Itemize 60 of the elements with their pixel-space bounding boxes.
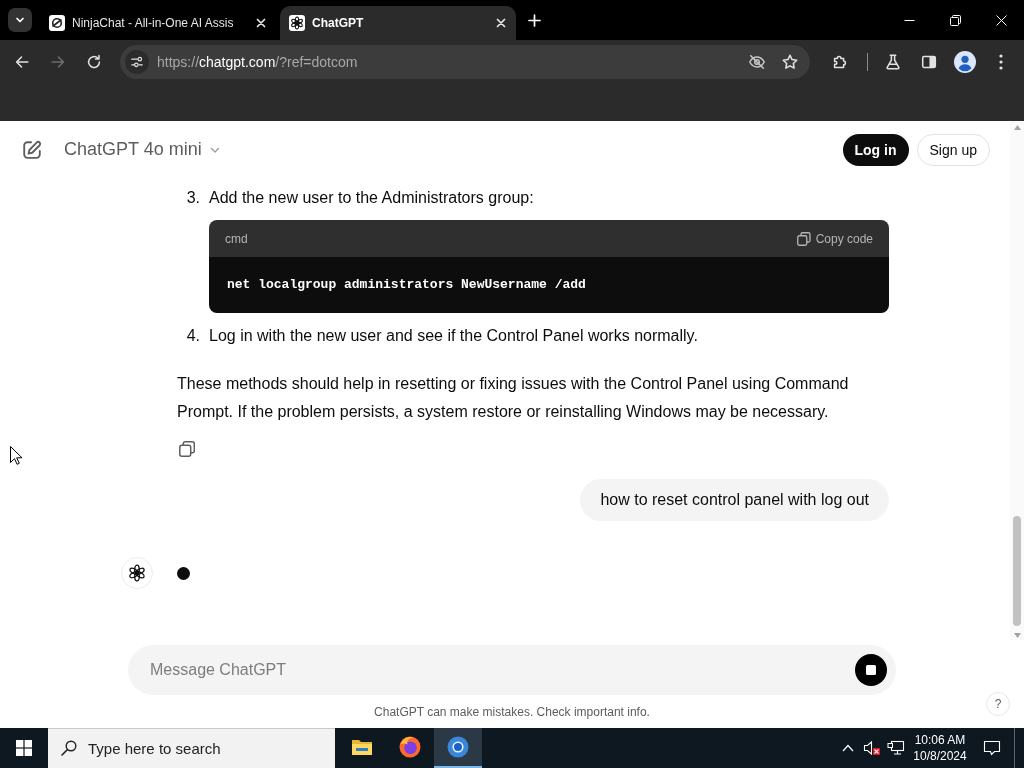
back-arrow-icon bbox=[13, 53, 31, 71]
puzzle-icon bbox=[831, 53, 849, 71]
search-icon bbox=[61, 740, 77, 756]
site-favicon-icon bbox=[49, 15, 65, 31]
reload-icon bbox=[85, 53, 103, 71]
clock-button[interactable]: 10:06 AM 10/8/2024 bbox=[908, 728, 972, 768]
kebab-menu-icon bbox=[999, 54, 1003, 70]
chevron-up-icon bbox=[842, 744, 854, 752]
logo-favicon-icon bbox=[289, 15, 305, 31]
list-number: 3. bbox=[186, 188, 200, 208]
sign-up-button[interactable]: Sign up bbox=[916, 133, 990, 166]
caret-up-icon bbox=[1013, 125, 1021, 130]
restore-icon bbox=[949, 14, 961, 26]
caret-down-icon bbox=[1013, 633, 1021, 638]
list-item-text: Log in with the new user and see if the Control Panel works normally. bbox=[209, 327, 698, 344]
browser-tab[interactable]: ChatGPT bbox=[280, 6, 516, 40]
scrollbar[interactable] bbox=[1010, 121, 1024, 640]
flask-icon bbox=[884, 53, 902, 71]
close-icon bbox=[256, 18, 266, 28]
disclaimer-text: ChatGPT can make mistakes. Check important info. bbox=[374, 704, 650, 721]
forward-arrow-icon bbox=[49, 53, 67, 71]
log-in-button[interactable]: Log in bbox=[842, 133, 909, 166]
list-item-text: Add the new user to the Administrators group: bbox=[209, 189, 534, 206]
scrollbar-thumb[interactable] bbox=[1013, 516, 1021, 626]
side-panel-icon bbox=[920, 53, 938, 71]
copy-icon bbox=[796, 231, 811, 246]
pencil-square-icon bbox=[21, 138, 43, 161]
taskbar-app-button[interactable] bbox=[434, 728, 482, 768]
speech-bubble-icon bbox=[983, 740, 1001, 756]
taskbar-search-field[interactable]: Type here to search bbox=[48, 728, 335, 768]
sliders-icon bbox=[130, 55, 144, 69]
copy-icon bbox=[179, 441, 195, 457]
address-bar[interactable]: https://chatgpt.com/?ref=dotcom bbox=[120, 45, 810, 79]
help-button[interactable]: ? bbox=[986, 692, 1010, 716]
close-icon bbox=[496, 18, 506, 28]
browser-tab[interactable]: NinjaChat - All-in-One AI Assis bbox=[40, 6, 276, 40]
message-input[interactable]: Message ChatGPT bbox=[128, 645, 896, 695]
chevron-down-icon bbox=[15, 15, 25, 25]
user-message-bubble: how to reset control panel with log out bbox=[580, 479, 889, 521]
tab-search-button[interactable] bbox=[8, 8, 32, 32]
response-paragraph: These methods should help in resetting or fixing issues with the Control Panel using Command Prompt. If the problem persists, a system restore or reinstalling Windows may be necessary. bbox=[177, 374, 850, 422]
model-selector[interactable]: ChatGPT 4o mini bbox=[64, 131, 221, 168]
plus-icon bbox=[527, 13, 541, 27]
copy-code-button[interactable]: Copy code bbox=[796, 230, 873, 247]
stop-square-icon bbox=[866, 665, 876, 675]
windows-logo-icon bbox=[16, 740, 32, 756]
list-number: 4. bbox=[186, 326, 200, 346]
close-icon bbox=[995, 14, 1007, 26]
code-text: net localgroup administrators NewUsername /add bbox=[209, 257, 889, 313]
network-monitor-icon bbox=[887, 740, 905, 756]
profile-avatar-icon bbox=[954, 51, 976, 73]
star-icon bbox=[781, 53, 799, 71]
circle-logo-icon bbox=[446, 735, 470, 759]
cursor-icon bbox=[10, 446, 22, 465]
assistant-avatar-icon bbox=[121, 557, 153, 589]
site-settings-button[interactable] bbox=[125, 50, 149, 74]
eye-slash-icon bbox=[748, 53, 766, 71]
speaker-muted-icon bbox=[863, 740, 881, 756]
code-language-label: cmd bbox=[225, 230, 248, 247]
globe-icon bbox=[398, 735, 422, 759]
